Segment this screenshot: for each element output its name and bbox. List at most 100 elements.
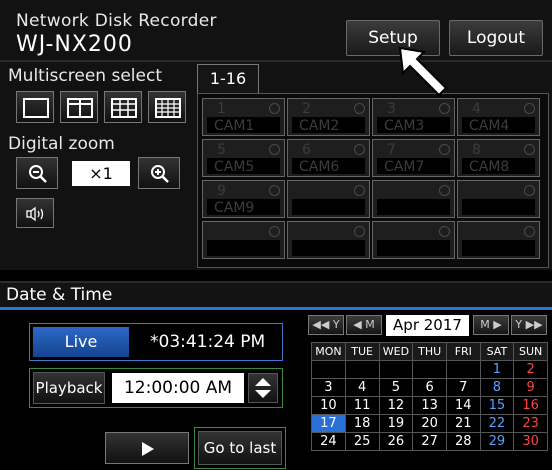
multiscreen-4-button[interactable]: [60, 91, 98, 123]
calendar-day[interactable]: 21: [446, 414, 481, 433]
calendar-day[interactable]: 30: [513, 432, 548, 451]
recording-status-icon: [439, 185, 450, 196]
recording-status-icon: [439, 144, 450, 155]
weekday-header: SUN: [513, 342, 548, 361]
play-button[interactable]: [105, 432, 189, 464]
calendar-day[interactable]: 7: [446, 378, 481, 397]
camera-cell[interactable]: 6 CAM6: [287, 139, 370, 177]
calendar-day[interactable]: 25: [344, 432, 380, 451]
camera-cell[interactable]: 8 CAM8: [457, 139, 540, 177]
product-title: WJ-NX200: [16, 32, 133, 57]
recording-status-icon: [524, 185, 535, 196]
calendar-day[interactable]: 19: [378, 414, 414, 433]
calendar-day[interactable]: 29: [479, 432, 515, 451]
multiscreen-1-button[interactable]: [16, 91, 54, 123]
calendar-day[interactable]: 1: [479, 360, 515, 379]
recording-status-icon: [269, 185, 280, 196]
camera-cell[interactable]: 2 CAM2: [287, 98, 370, 136]
calendar-day[interactable]: 15: [479, 396, 515, 415]
calendar-day: [344, 360, 380, 379]
camera-cell-number: 7: [387, 142, 396, 158]
camera-cell[interactable]: [372, 221, 455, 259]
calendar-day[interactable]: 16: [513, 396, 548, 415]
go-to-last-button[interactable]: Go to last: [198, 431, 282, 465]
camera-cell-title: CAM7: [384, 159, 425, 175]
product-subtitle: Network Disk Recorder: [16, 11, 217, 31]
camera-cell-title: CAM5: [214, 159, 255, 175]
go-to-last-box: Go to last: [194, 427, 286, 469]
live-time: *03:41:24 PM: [150, 332, 266, 352]
calendar-day[interactable]: 9: [513, 378, 548, 397]
calendar-day[interactable]: 10: [311, 396, 346, 415]
prev-year-button[interactable]: ◀◀ Y: [308, 315, 344, 335]
calendar-day[interactable]: 18: [344, 414, 380, 433]
zoom-in-icon: [151, 165, 169, 183]
zoom-out-button[interactable]: [16, 157, 58, 189]
recording-status-icon: [524, 144, 535, 155]
calendar-day[interactable]: 27: [412, 432, 448, 451]
camera-cell[interactable]: 3 CAM3: [372, 98, 455, 136]
weekday-header: FRI: [446, 342, 481, 361]
camera-cell[interactable]: 1 CAM1: [202, 98, 285, 136]
calendar-day[interactable]: 6: [412, 378, 448, 397]
camera-cell[interactable]: [372, 180, 455, 218]
camera-cell-image: [462, 240, 535, 256]
calendar-grid: MON TUE WED THU FRI SAT SUN 1 2 3 4 5 6 7 8 9 10 11 12 13 1…: [311, 342, 548, 451]
weekday-header: SAT: [479, 342, 515, 361]
single-screen-icon: [23, 98, 49, 118]
weekday-header: WED: [378, 342, 414, 361]
camera-cell-title: CAM3: [384, 118, 425, 134]
camera-cell[interactable]: 9 CAM9: [202, 180, 285, 218]
camera-cell[interactable]: 4 CAM4: [457, 98, 540, 136]
camera-cell[interactable]: [457, 180, 540, 218]
calendar-day: [412, 360, 448, 379]
calendar-day[interactable]: 20: [412, 414, 448, 433]
calendar-day[interactable]: 22: [479, 414, 515, 433]
audio-button[interactable]: [16, 198, 54, 228]
calendar-day[interactable]: 28: [446, 432, 481, 451]
camera-cell-image: [207, 240, 280, 256]
pointer-arrow-icon: [398, 46, 448, 97]
calendar-day[interactable]: 3: [311, 378, 346, 397]
playback-button[interactable]: Playback: [33, 372, 105, 404]
calendar-day[interactable]: 23: [513, 414, 548, 433]
calendar-day[interactable]: 2: [513, 360, 548, 379]
calendar-day[interactable]: 26: [378, 432, 414, 451]
zoom-in-button[interactable]: [138, 157, 180, 189]
camera-cell-title: CAM6: [299, 159, 340, 175]
camera-cell[interactable]: 5 CAM5: [202, 139, 285, 177]
prev-month-button[interactable]: ◀ M: [346, 315, 382, 335]
calendar-day[interactable]: 5: [378, 378, 414, 397]
camera-cell[interactable]: 7 CAM7: [372, 139, 455, 177]
next-month-button[interactable]: M ▶: [473, 315, 509, 335]
camera-cell[interactable]: [287, 221, 370, 259]
recording-status-icon: [269, 103, 280, 114]
calendar-day[interactable]: 14: [446, 396, 481, 415]
recording-status-icon: [354, 185, 365, 196]
recording-status-icon: [439, 226, 450, 237]
camera-cell[interactable]: [457, 221, 540, 259]
next-year-button[interactable]: Y ▶▶: [511, 315, 547, 335]
multiscreen-16-button[interactable]: [148, 91, 186, 123]
camera-cell[interactable]: [202, 221, 285, 259]
zoom-out-icon: [29, 165, 47, 183]
camera-cell-number: 1: [217, 101, 226, 117]
calendar-day[interactable]: 12: [378, 396, 414, 415]
camera-cell-number: 2: [302, 101, 311, 117]
calendar-day[interactable]: 4: [344, 378, 380, 397]
calendar-day[interactable]: 11: [344, 396, 380, 415]
live-button[interactable]: Live: [33, 327, 129, 357]
calendar-day[interactable]: 8: [479, 378, 515, 397]
playback-time-field[interactable]: 12:00:00 AM: [112, 373, 244, 403]
camera-cell[interactable]: [287, 180, 370, 218]
time-spinner[interactable]: [248, 373, 278, 403]
multiscreen-9-button[interactable]: [104, 91, 142, 123]
recording-status-icon: [524, 103, 535, 114]
logout-button[interactable]: Logout: [449, 20, 543, 56]
calendar-day[interactable]: 13: [412, 396, 448, 415]
calendar-day[interactable]: 24: [311, 432, 346, 451]
nine-screen-icon: [111, 98, 137, 118]
calendar-day: [311, 360, 346, 379]
tab-1-16[interactable]: 1-16: [197, 64, 259, 94]
calendar-day[interactable]: 17: [311, 414, 346, 433]
